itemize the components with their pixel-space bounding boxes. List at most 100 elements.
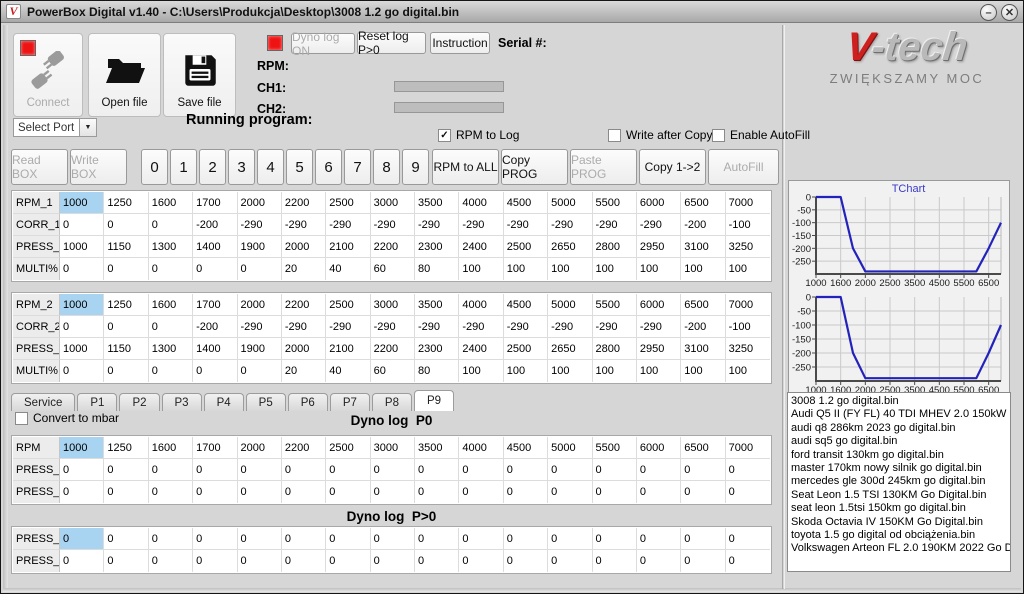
table-cell[interactable]: 1000 — [60, 338, 104, 360]
table-cell[interactable]: 2000 — [282, 236, 326, 258]
digit-button-9[interactable]: 9 — [402, 149, 429, 185]
table-cell[interactable]: 100 — [459, 360, 503, 382]
table-cell[interactable]: 2400 — [459, 338, 503, 360]
digit-button-8[interactable]: 8 — [373, 149, 400, 185]
table-cell[interactable]: -290 — [282, 214, 326, 236]
table-cell[interactable]: 100 — [726, 258, 770, 280]
table-cell[interactable]: 2300 — [415, 236, 459, 258]
table-cell[interactable]: 3000 — [371, 294, 415, 316]
digit-button-2[interactable]: 2 — [199, 149, 226, 185]
table-cell[interactable]: 3250 — [726, 338, 770, 360]
table-cell[interactable]: -290 — [371, 214, 415, 236]
table-cell[interactable]: 0 — [415, 481, 459, 503]
table-cell[interactable]: 1300 — [149, 236, 193, 258]
dyno-log-on-button[interactable]: Dyno log ON — [291, 33, 355, 54]
table-cell[interactable]: 0 — [60, 528, 104, 550]
table-cell[interactable]: -290 — [238, 214, 282, 236]
table-cell[interactable]: 5500 — [593, 192, 637, 214]
table-cell[interactable]: 0 — [726, 528, 770, 550]
table-cell[interactable]: 0 — [371, 528, 415, 550]
table-cell[interactable]: 5000 — [548, 294, 592, 316]
table-cell[interactable]: 2500 — [504, 236, 548, 258]
tab-p5[interactable]: P5 — [246, 393, 286, 411]
table-cell[interactable]: 100 — [504, 360, 548, 382]
table-cell[interactable]: 6000 — [637, 192, 681, 214]
table-cell[interactable]: 3100 — [681, 236, 725, 258]
table-cell[interactable]: 100 — [681, 360, 725, 382]
open-file-button[interactable]: Open file — [88, 33, 161, 117]
table-cell[interactable]: 4000 — [459, 192, 503, 214]
table-cell[interactable]: 4500 — [504, 192, 548, 214]
table-cell[interactable]: 2650 — [548, 338, 592, 360]
table-cell[interactable]: 0 — [637, 459, 681, 481]
table-cell[interactable]: 0 — [593, 459, 637, 481]
table-cell[interactable]: -290 — [548, 214, 592, 236]
table-cell[interactable]: -290 — [637, 214, 681, 236]
table-cell[interactable]: 0 — [149, 528, 193, 550]
table-cell[interactable]: 0 — [149, 360, 193, 382]
table-cell[interactable]: 80 — [415, 360, 459, 382]
rpm-to-all-button[interactable]: RPM to ALL — [432, 149, 499, 185]
table-cell[interactable]: 3500 — [415, 437, 459, 459]
table-cell[interactable]: 2200 — [371, 236, 415, 258]
table-cell[interactable]: -290 — [548, 316, 592, 338]
file-list-item[interactable]: Seat Leon 1.5 TSI 130KM Go Digital.bin — [791, 489, 1010, 502]
table-cell[interactable]: 2000 — [282, 338, 326, 360]
rpm-to-log-checkbox[interactable]: ✓ RPM to Log — [438, 128, 519, 142]
table-cell[interactable]: 0 — [193, 360, 237, 382]
table-cell[interactable]: 1600 — [149, 437, 193, 459]
table-cell[interactable]: 0 — [459, 528, 503, 550]
table-cell[interactable]: 0 — [282, 459, 326, 481]
copy-prog-button[interactable]: Copy PROG — [501, 149, 568, 185]
copy-1-to-2-button[interactable]: Copy 1->2 — [639, 149, 706, 185]
select-port-dropdown-button[interactable]: ▼ — [79, 118, 97, 137]
table-cell[interactable]: 3500 — [415, 294, 459, 316]
digit-button-6[interactable]: 6 — [315, 149, 342, 185]
table-cell[interactable]: 0 — [60, 360, 104, 382]
table-cell[interactable]: 0 — [326, 481, 370, 503]
table-cell[interactable]: 0 — [593, 550, 637, 572]
table-cell[interactable]: -200 — [193, 316, 237, 338]
table-cell[interactable]: 1000 — [60, 294, 104, 316]
table-cell[interactable]: -290 — [238, 316, 282, 338]
table-cell[interactable]: -290 — [371, 316, 415, 338]
table-cell[interactable]: 2500 — [326, 192, 370, 214]
table-cell[interactable]: 0 — [726, 550, 770, 572]
table-cell[interactable]: 1150 — [104, 236, 148, 258]
file-list-item[interactable]: audi q8 286km 2023 go digital.bin — [791, 422, 1010, 435]
table-cell[interactable]: 0 — [371, 481, 415, 503]
table-cell[interactable]: 40 — [326, 360, 370, 382]
table-cell[interactable]: 0 — [282, 528, 326, 550]
enable-autofill-checkbox-box[interactable] — [712, 129, 725, 142]
table-cell[interactable]: 0 — [238, 550, 282, 572]
tab-p1[interactable]: P1 — [77, 393, 117, 411]
file-list-item[interactable]: toyota 1.5 go digital od obciążenia.bin — [791, 529, 1010, 542]
table-cell[interactable]: 0 — [415, 550, 459, 572]
table-cell[interactable]: 2800 — [593, 338, 637, 360]
bin-file-list[interactable]: 3008 1.2 go digital.binAudi Q5 II (FY FL… — [787, 392, 1011, 572]
table-cell[interactable]: 0 — [60, 258, 104, 280]
table-cell[interactable]: 1250 — [104, 192, 148, 214]
table-cell[interactable]: 40 — [326, 258, 370, 280]
table-cell[interactable]: 1000 — [60, 192, 104, 214]
table-cell[interactable]: 0 — [104, 258, 148, 280]
table-cell[interactable]: 5000 — [548, 437, 592, 459]
tab-p9[interactable]: P9 — [414, 390, 454, 411]
table-cell[interactable]: 0 — [282, 550, 326, 572]
table-cell[interactable]: 2100 — [326, 236, 370, 258]
table-cell[interactable]: 0 — [60, 481, 104, 503]
table-cell[interactable]: 0 — [193, 258, 237, 280]
table-cell[interactable]: 1700 — [193, 294, 237, 316]
table-cell[interactable]: 2500 — [326, 294, 370, 316]
write-after-copy-checkbox-box[interactable] — [608, 129, 621, 142]
table-cell[interactable]: -200 — [681, 214, 725, 236]
table-cell[interactable]: -100 — [726, 214, 770, 236]
file-list-item[interactable]: mercedes gle 300d 245km go digital.bin — [791, 475, 1010, 488]
table-cell[interactable]: 0 — [681, 481, 725, 503]
table-cell[interactable]: 1150 — [104, 338, 148, 360]
table-cell[interactable]: 100 — [726, 360, 770, 382]
table-cell[interactable]: 0 — [681, 528, 725, 550]
table-cell[interactable]: 100 — [504, 258, 548, 280]
table-cell[interactable]: 2100 — [326, 338, 370, 360]
table-cell[interactable]: 6500 — [681, 192, 725, 214]
